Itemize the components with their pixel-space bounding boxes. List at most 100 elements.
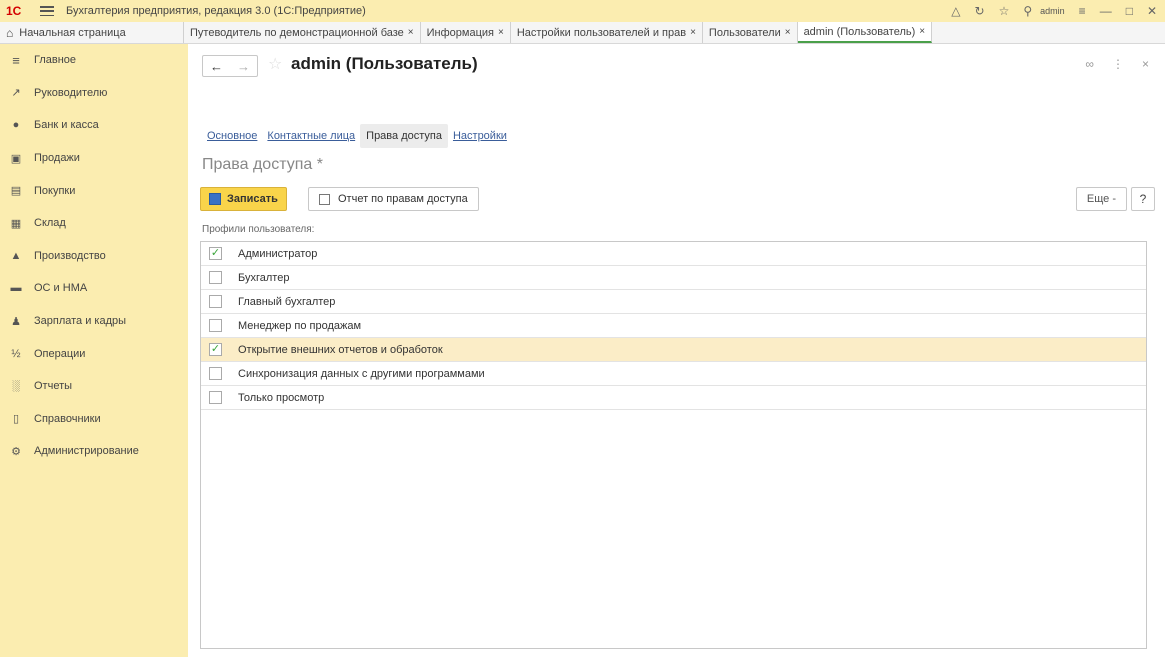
tab-settings[interactable]: Настройки bbox=[448, 124, 512, 148]
profile-checkbox[interactable] bbox=[209, 391, 222, 404]
tab-label: Информация bbox=[426, 26, 494, 39]
profiles-label: Профили пользователя: bbox=[202, 224, 315, 235]
tab-user-rights-settings[interactable]: Настройки пользователей и прав × bbox=[511, 22, 703, 43]
favorite-star-icon[interactable]: ☆ bbox=[268, 54, 282, 74]
book-icon: ▯ bbox=[12, 413, 20, 426]
tab-main[interactable]: Основное bbox=[202, 124, 262, 148]
sidebar-item-reports[interactable]: ░ Отчеты bbox=[0, 370, 188, 403]
sidebar-item-salary[interactable]: ♟ Зарплата и кадры bbox=[0, 305, 188, 338]
sidebar-item-bank[interactable]: ● Банк и касса bbox=[0, 109, 188, 142]
sidebar-item-administration[interactable]: ⚙ Администрирование bbox=[0, 435, 188, 468]
profile-checkbox[interactable] bbox=[209, 271, 222, 284]
table-row[interactable]: Только просмотр bbox=[201, 386, 1146, 410]
sidebar-item-label: Руководителю bbox=[34, 86, 108, 99]
tab-close-icon[interactable]: × bbox=[408, 27, 414, 38]
table-row[interactable]: Менеджер по продажам bbox=[201, 314, 1146, 338]
forward-arrow-icon[interactable]: → bbox=[230, 59, 257, 74]
back-arrow-icon[interactable]: ← bbox=[203, 59, 230, 74]
sidebar-item-sales[interactable]: ▣ Продажи bbox=[0, 142, 188, 175]
sidebar-item-label: Справочники bbox=[34, 412, 101, 425]
profile-name: Бухгалтер bbox=[238, 271, 290, 284]
help-button[interactable]: ? bbox=[1131, 187, 1155, 211]
main-menu-icon[interactable] bbox=[40, 6, 54, 16]
tab-close-icon[interactable]: × bbox=[919, 26, 925, 37]
tab-close-icon[interactable]: × bbox=[690, 27, 696, 38]
tab-close-icon[interactable]: × bbox=[498, 27, 504, 38]
tab-users[interactable]: Пользователи × bbox=[703, 22, 798, 43]
report-icon: ░ bbox=[12, 380, 20, 393]
tab-contacts[interactable]: Контактные лица bbox=[262, 124, 360, 148]
sidebar-item-catalogs[interactable]: ▯ Справочники bbox=[0, 403, 188, 436]
user-form: ← → ☆ admin (Пользователь) ∞ ⋮ × Основно… bbox=[188, 44, 1165, 657]
table-row[interactable]: Главный бухгалтер bbox=[201, 290, 1146, 314]
profile-checkbox[interactable]: ✓ bbox=[209, 343, 222, 356]
profile-name: Менеджер по продажам bbox=[238, 319, 362, 332]
current-user[interactable]: admin bbox=[1040, 6, 1065, 16]
profile-checkbox[interactable] bbox=[209, 367, 222, 380]
profile-name: Администратор bbox=[238, 247, 318, 260]
table-row[interactable]: ✓ Открытие внешних отчетов и обработок bbox=[201, 338, 1146, 362]
minimize-icon[interactable]: — bbox=[1100, 4, 1112, 18]
history-icon[interactable]: ↻ bbox=[975, 4, 985, 18]
factory-icon: ▲ bbox=[10, 249, 22, 262]
sidebar-item-production[interactable]: ▲ Производство bbox=[0, 240, 188, 273]
operations-icon: ½ bbox=[11, 347, 21, 360]
bell-icon[interactable]: △ bbox=[951, 4, 960, 18]
search-icon[interactable]: ⚲ bbox=[1023, 4, 1032, 18]
cart-icon: ▤ bbox=[10, 185, 22, 198]
sections-sidebar: ≡ Главное ↗ Руководителю ● Банк и касса … bbox=[0, 44, 188, 657]
table-row[interactable]: Бухгалтер bbox=[201, 266, 1146, 290]
sidebar-item-purchases[interactable]: ▤ Покупки bbox=[0, 174, 188, 207]
tab-label: admin (Пользователь) bbox=[803, 25, 916, 38]
sidebar-item-label: Главное bbox=[34, 54, 77, 67]
form-actions: ∞ ⋮ × bbox=[1085, 57, 1149, 71]
home-icon: ⌂ bbox=[6, 25, 14, 40]
title-bar: 1С Бухгалтерия предприятия, редакция 3.0… bbox=[0, 0, 1165, 22]
close-form-icon[interactable]: × bbox=[1142, 57, 1149, 71]
sidebar-item-label: Зарплата и кадры bbox=[34, 315, 127, 328]
truck-icon: ▬ bbox=[10, 282, 22, 295]
gear-icon: ⚙ bbox=[11, 445, 21, 458]
sidebar-item-label: Операции bbox=[34, 347, 86, 360]
form-subtabs: Основное Контактные лица Права доступа Н… bbox=[202, 124, 512, 148]
tab-home[interactable]: ⌂ Начальная страница bbox=[0, 22, 184, 43]
tab-close-icon[interactable]: × bbox=[785, 27, 791, 38]
more-button[interactable]: Еще - bbox=[1075, 187, 1127, 211]
sidebar-item-label: Производство bbox=[34, 249, 106, 262]
sidebar-item-operations[interactable]: ½ Операции bbox=[0, 337, 188, 370]
table-row[interactable]: ✓ Администратор bbox=[201, 242, 1146, 266]
sidebar-item-label: Банк и касса bbox=[34, 119, 99, 132]
history-nav: ← → bbox=[202, 55, 258, 77]
table-row[interactable]: Синхронизация данных с другими программа… bbox=[201, 362, 1146, 386]
bag-icon: ▣ bbox=[10, 152, 22, 165]
tab-demo-guide[interactable]: Путеводитель по демонстрационной базе × bbox=[184, 22, 421, 43]
profile-checkbox[interactable]: ✓ bbox=[209, 247, 222, 260]
sidebar-item-main[interactable]: ≡ Главное bbox=[0, 44, 188, 77]
favorites-star-icon[interactable]: ☆ bbox=[999, 4, 1010, 18]
tab-label: Настройки пользователей и прав bbox=[516, 26, 687, 39]
link-icon[interactable]: ∞ bbox=[1085, 57, 1094, 71]
profile-checkbox[interactable] bbox=[209, 319, 222, 332]
tab-access-rights[interactable]: Права доступа bbox=[360, 124, 448, 148]
save-disk-icon bbox=[209, 193, 221, 205]
sidebar-item-manager[interactable]: ↗ Руководителю bbox=[0, 77, 188, 110]
sidebar-item-fixed-assets[interactable]: ▬ ОС и НМА bbox=[0, 272, 188, 305]
save-button[interactable]: Записать bbox=[200, 187, 287, 211]
profile-name: Только просмотр bbox=[238, 391, 325, 404]
profiles-table: ✓ Администратор Бухгалтер Главный бухгал… bbox=[200, 241, 1147, 649]
open-windows-tabs: ⌂ Начальная страница Путеводитель по дем… bbox=[0, 22, 1165, 44]
profile-name: Синхронизация данных с другими программа… bbox=[238, 367, 485, 380]
close-window-icon[interactable]: ✕ bbox=[1147, 4, 1157, 18]
app-title: Бухгалтерия предприятия, редакция 3.0 (1… bbox=[66, 5, 366, 17]
access-report-button[interactable]: Отчет по правам доступа bbox=[308, 187, 479, 211]
tab-label: Начальная страница bbox=[19, 26, 126, 39]
profile-checkbox[interactable] bbox=[209, 295, 222, 308]
maximize-icon[interactable]: □ bbox=[1126, 4, 1133, 18]
tab-admin-user[interactable]: admin (Пользователь) × bbox=[797, 22, 933, 43]
person-icon: ♟ bbox=[11, 315, 21, 328]
more-vertical-icon[interactable]: ⋮ bbox=[1112, 57, 1124, 71]
settings-menu-icon[interactable]: ≡ bbox=[1079, 4, 1086, 18]
report-icon bbox=[319, 193, 330, 205]
tab-information[interactable]: Информация × bbox=[421, 22, 511, 43]
sidebar-item-warehouse[interactable]: ▦ Склад bbox=[0, 207, 188, 240]
